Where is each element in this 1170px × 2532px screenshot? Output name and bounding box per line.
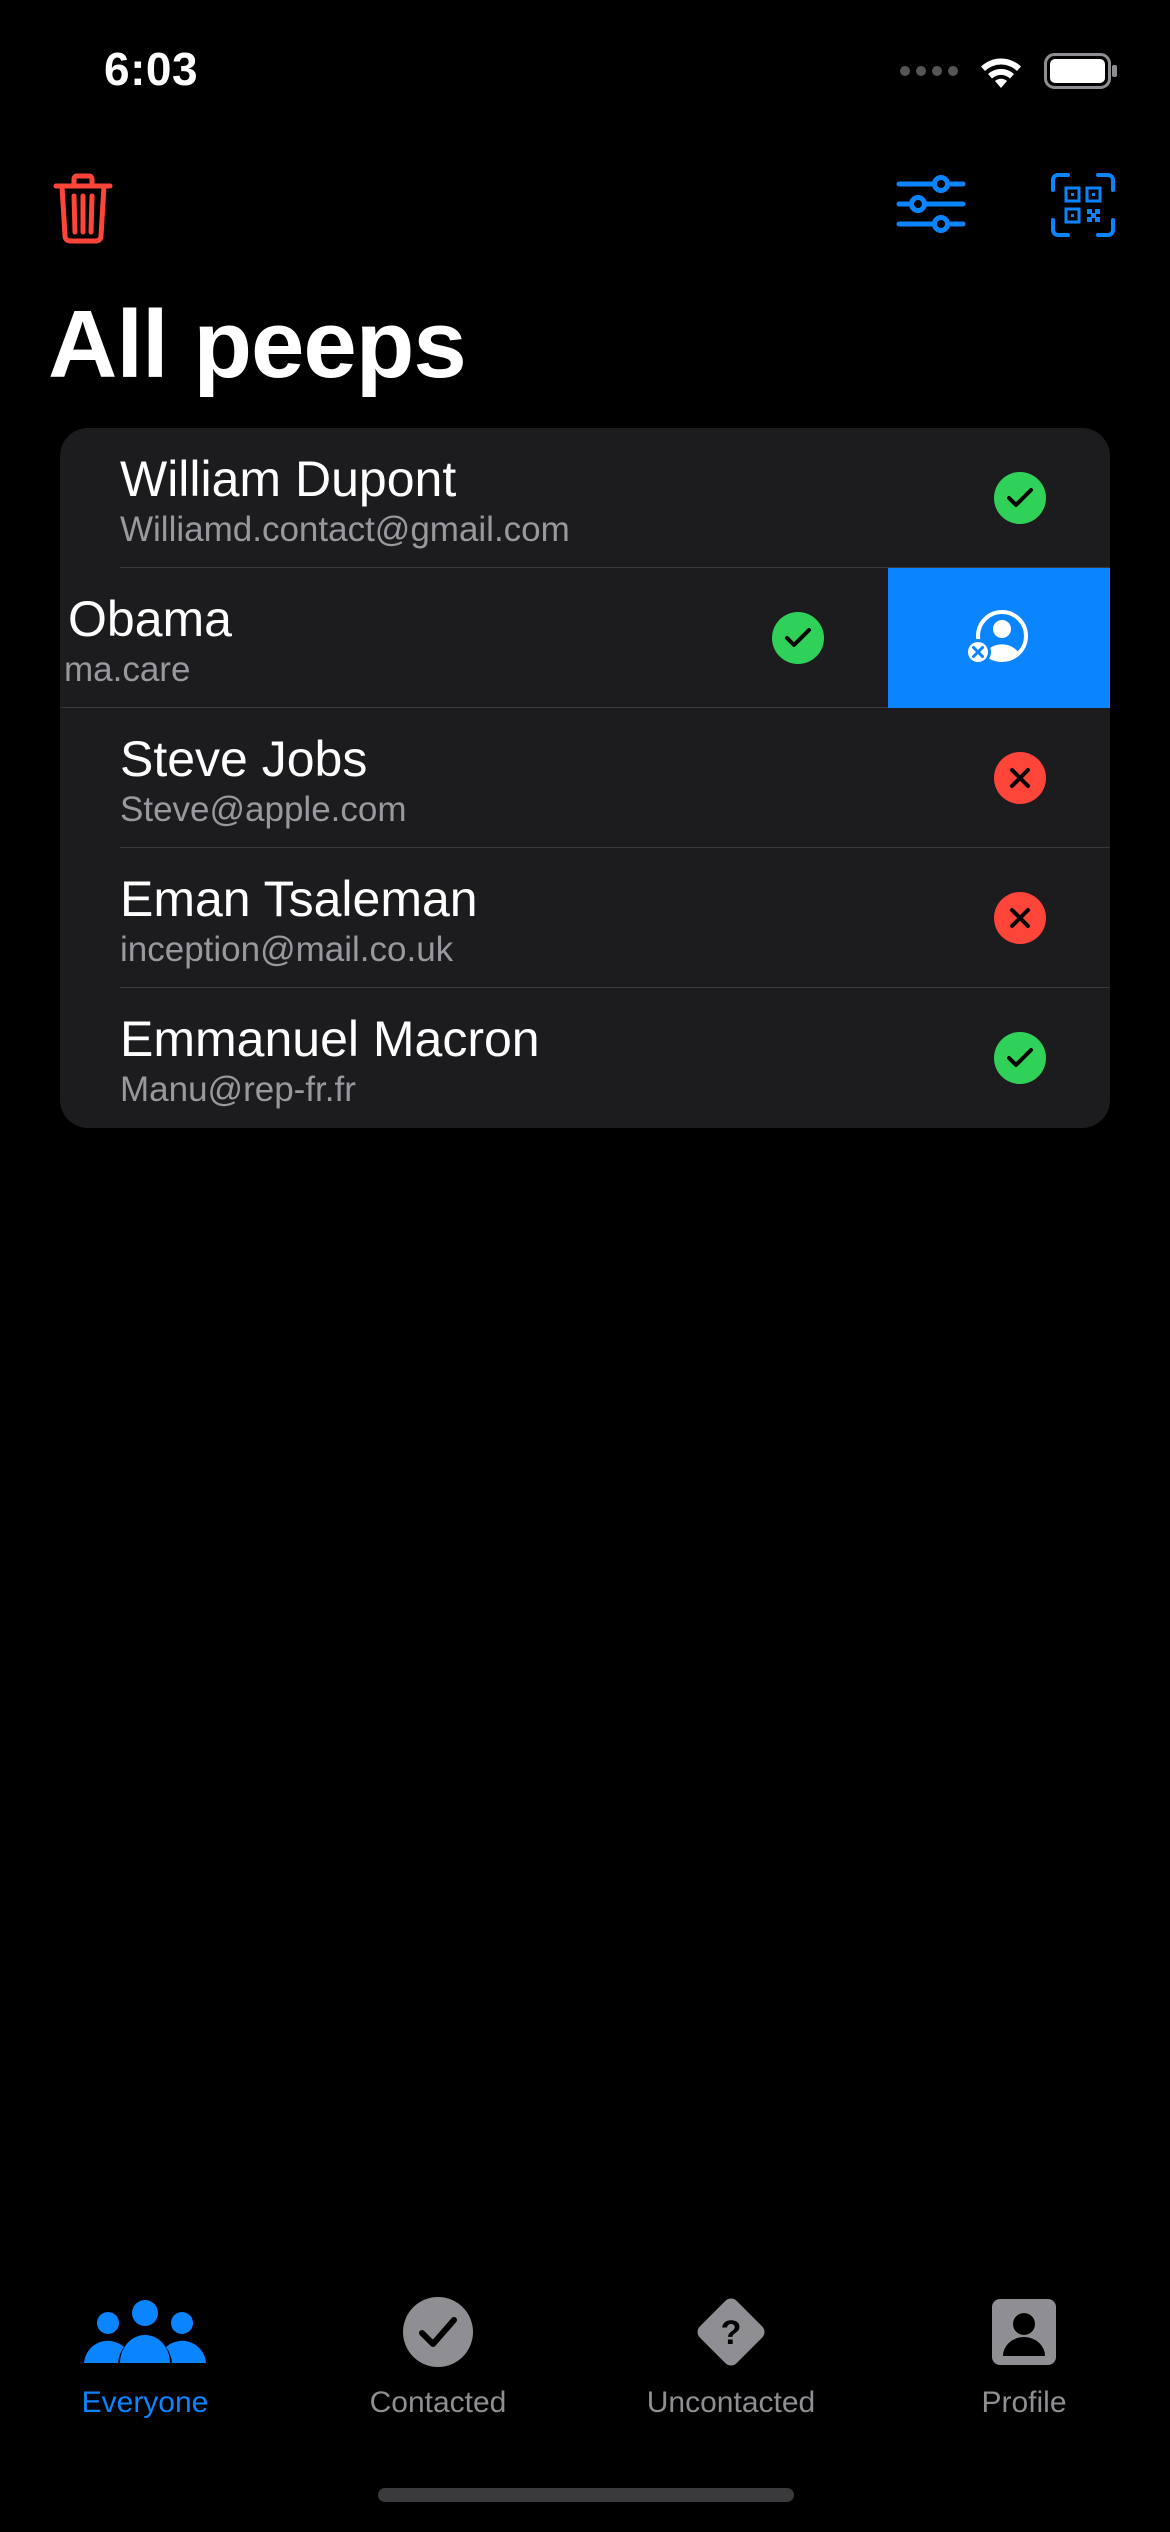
contacted-check-icon[interactable]: [772, 612, 824, 664]
person-name: Emmanuel Macron: [120, 1011, 540, 1067]
status-indicators: [900, 52, 1118, 90]
people-list: William Dupont Williamd.contact@gmail.co…: [60, 428, 1110, 1128]
page-title: All peeps: [48, 291, 467, 398]
tab-label: Uncontacted: [646, 2386, 816, 2419]
tab-label: Contacted: [369, 2386, 507, 2419]
tab-everyone[interactable]: Everyone: [25, 2290, 265, 2420]
home-indicator: [378, 2488, 794, 2502]
person-name: Eman Tsaleman: [120, 871, 478, 927]
tab-bar: Everyone Contacted ? Uncontacted Profile: [0, 2290, 1170, 2440]
list-item[interactable]: Emmanuel Macron Manu@rep-fr.fr: [60, 988, 1110, 1128]
list-item[interactable]: Eman Tsaleman inception@mail.co.uk: [60, 848, 1110, 988]
list-item[interactable]: Obama ma.care: [60, 568, 1110, 708]
filter-button[interactable]: [896, 172, 966, 236]
tab-profile[interactable]: Profile: [904, 2290, 1144, 2420]
wifi-icon: [981, 58, 1021, 88]
person-email: ma.care: [64, 650, 191, 689]
remove-contact-button[interactable]: [888, 568, 1110, 708]
screen: 6:03 All peeps William Dupont Williamd.c…: [0, 0, 1170, 2532]
status-time: 6:03: [104, 43, 199, 95]
tab-contacted[interactable]: Contacted: [318, 2290, 558, 2420]
sliders-icon: [896, 175, 966, 233]
qr-code-icon: [1051, 173, 1115, 237]
remove-contact-icon: [965, 610, 1028, 665]
tab-label: Everyone: [81, 2386, 209, 2419]
question-diamond-icon: ?: [689, 2290, 773, 2374]
uncontacted-x-icon[interactable]: [994, 752, 1046, 804]
trash-icon: [53, 173, 113, 244]
battery-icon: [1044, 53, 1117, 89]
delete-button[interactable]: [50, 170, 116, 246]
person-square-icon: [991, 2290, 1057, 2374]
person-email: Steve@apple.com: [120, 790, 407, 829]
list-item[interactable]: Steve Jobs Steve@apple.com: [60, 708, 1110, 848]
person-name: William Dupont: [120, 451, 457, 507]
scan-qr-button[interactable]: [1050, 172, 1116, 238]
people-group-icon: [80, 2290, 210, 2374]
tab-uncontacted[interactable]: ? Uncontacted: [611, 2290, 851, 2420]
tab-label: Profile: [981, 2386, 1067, 2419]
cellular-signal-icon: [900, 66, 958, 76]
contacted-check-icon[interactable]: [994, 1032, 1046, 1084]
list-item[interactable]: William Dupont Williamd.contact@gmail.co…: [60, 428, 1110, 568]
person-name: Steve Jobs: [120, 731, 368, 787]
person-email: Manu@rep-fr.fr: [120, 1070, 356, 1109]
svg-text:?: ?: [721, 2314, 742, 2352]
person-name: Obama: [68, 591, 232, 647]
uncontacted-x-icon[interactable]: [994, 892, 1046, 944]
person-email: inception@mail.co.uk: [120, 930, 454, 969]
checkmark-circle-icon: [402, 2290, 474, 2374]
person-email: Williamd.contact@gmail.com: [120, 510, 570, 549]
contacted-check-icon[interactable]: [994, 472, 1046, 524]
